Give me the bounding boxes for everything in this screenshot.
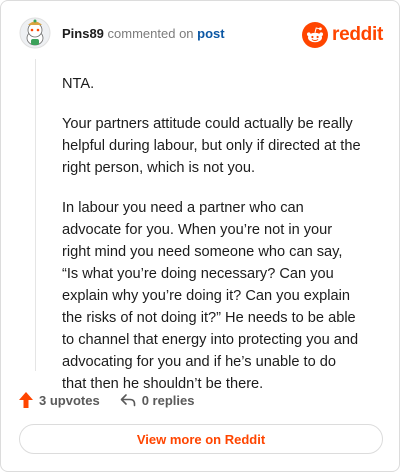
username[interactable]: Pins89: [62, 26, 104, 41]
reddit-brand[interactable]: reddit: [302, 21, 383, 49]
comment-paragraph: Your partners attitude could actually be…: [62, 116, 361, 176]
brand-text: reddit: [332, 24, 383, 45]
thread-line: [35, 59, 36, 371]
comment-paragraph: In labour you need a partner who can adv…: [62, 200, 359, 392]
comment-header: Pins89 commented on post reddit: [19, 17, 383, 51]
meta-verb: commented on: [107, 26, 194, 41]
reply-arrow-icon: [120, 394, 135, 407]
upvote-arrow-icon: [19, 392, 33, 408]
comment-actions: 3 upvotes 0 replies: [19, 389, 194, 411]
upvote-count: 3 upvotes: [39, 392, 100, 408]
post-link[interactable]: post: [197, 26, 224, 41]
comment-paragraph: NTA.: [62, 76, 95, 92]
user-avatar[interactable]: [19, 17, 51, 49]
reply-button[interactable]: 0 replies: [120, 392, 195, 408]
reply-count: 0 replies: [141, 392, 195, 408]
reddit-logo-icon: [302, 22, 329, 48]
comment-card: Pins89 commented on post reddit NTA. You…: [0, 0, 400, 472]
comment-body: NTA. Your partners attitude could actual…: [62, 73, 362, 413]
comment-meta: Pins89 commented on post: [62, 26, 225, 41]
view-more-button[interactable]: View more on Reddit: [19, 424, 383, 454]
upvote-button[interactable]: 3 upvotes: [19, 392, 100, 408]
